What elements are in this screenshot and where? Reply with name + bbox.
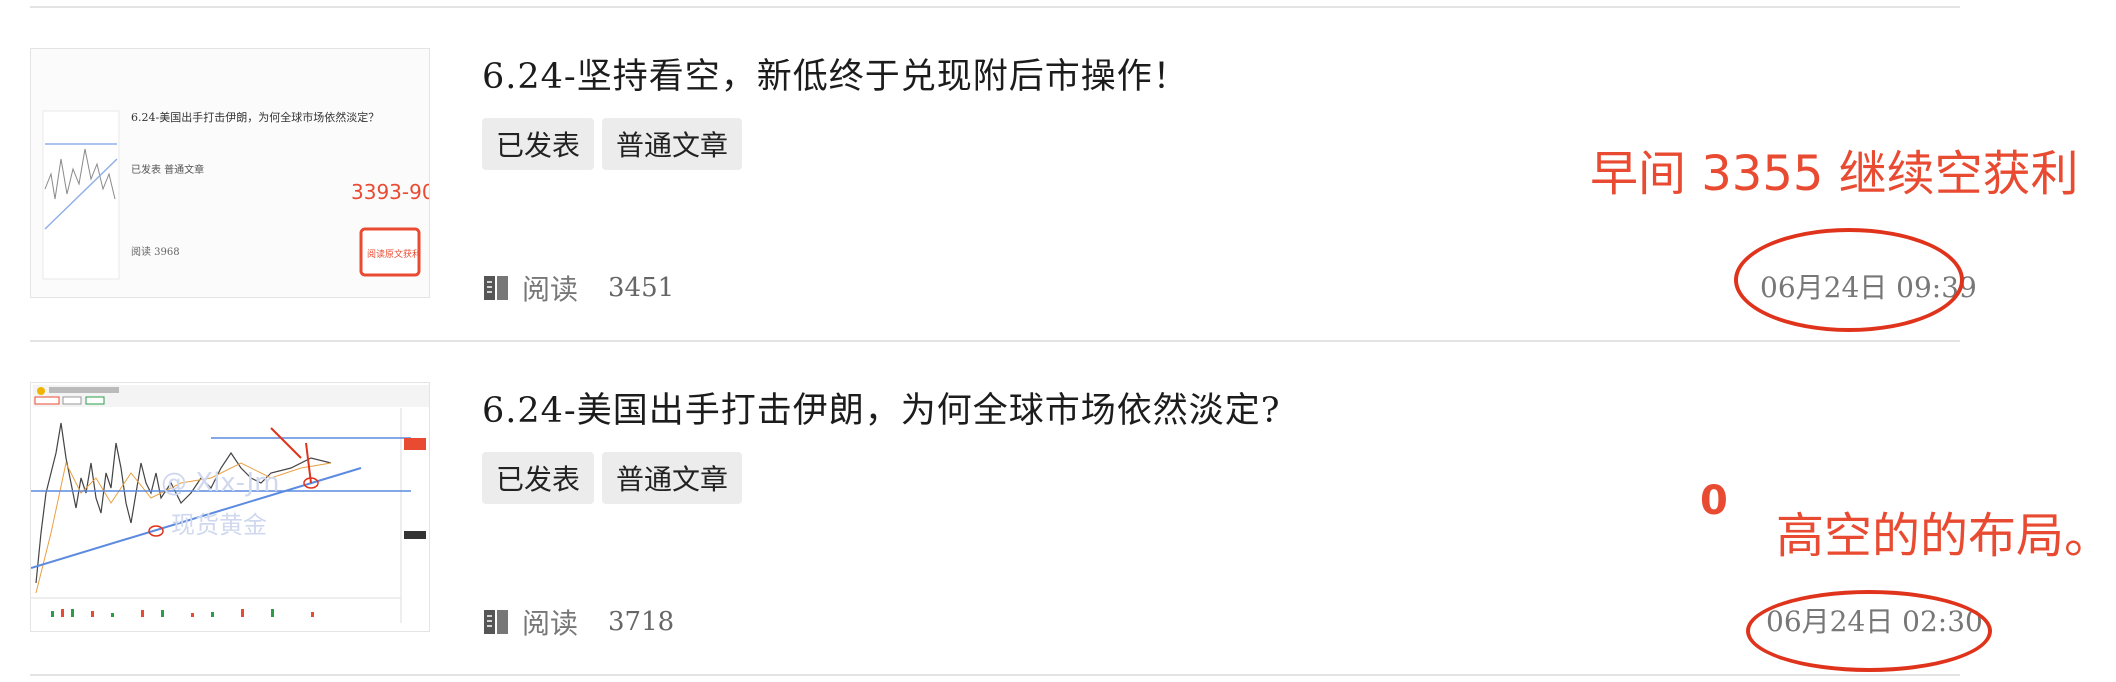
annotation-circle-1 — [1734, 228, 1964, 332]
article-thumbnail[interactable]: @ Xlx-Jm 现货黄金 — [30, 382, 430, 632]
annotation-note-2: 高空的的布局。 — [1776, 508, 2113, 564]
article-title[interactable]: 6.24-美国出手打击伊朗，为何全球市场依然淡定? — [482, 382, 1281, 433]
thumb-title: 6.24-美国出手打击伊朗，为何全球市场依然淡定？ — [131, 110, 379, 124]
thumb-button-text: 阅读原文获利 — [367, 248, 421, 260]
thumb-price-label: 3393-90空！ — [351, 180, 430, 204]
article-tags: 已发表 普通文章 — [482, 118, 743, 170]
tag-published: 已发表 — [482, 452, 595, 504]
read-stats: 阅读 3451 — [482, 268, 674, 308]
thumb-watermark-2: 现货黄金 — [171, 511, 267, 539]
read-stats: 阅读 3718 — [482, 602, 674, 642]
read-label: 阅读 — [522, 273, 579, 306]
article-thumbnail[interactable]: 6.24-美国出手打击伊朗，为何全球市场依然淡定？ 已发表 普通文章 3393-… — [30, 48, 430, 298]
read-count: 3451 — [608, 273, 675, 303]
thumb-read: 阅读 3968 — [131, 245, 180, 258]
thumb-tags: 已发表 普通文章 — [131, 163, 204, 176]
bottom-divider — [30, 674, 1960, 676]
read-label: 阅读 — [522, 607, 579, 640]
thumbnail-image: 6.24-美国出手打击伊朗，为何全球市场依然淡定？ 已发表 普通文章 3393-… — [31, 49, 430, 297]
article-title[interactable]: 6.24-坚持看空，新低终于兑现附后市操作！ — [482, 48, 1189, 99]
article-divider — [30, 340, 1960, 342]
tag-article-type: 普通文章 — [602, 452, 743, 504]
article-item-2[interactable]: @ Xlx-Jm 现货黄金 6.24-美国出手打击伊朗，为何全球市场依然淡定? … — [30, 382, 1983, 682]
annotation-note-1: 早间 3355 继续空获利 — [1590, 146, 2079, 202]
thumb-watermark-1: @ Xlx-Jm — [161, 468, 280, 498]
annotation-circle-2 — [1746, 590, 1992, 672]
read-count: 3718 — [608, 607, 675, 637]
tag-article-type: 普通文章 — [602, 118, 743, 170]
tag-published: 已发表 — [482, 118, 595, 170]
top-divider — [30, 6, 1960, 8]
thumbnail-image: @ Xlx-Jm 现货黄金 — [31, 383, 429, 631]
article-tags: 已发表 普通文章 — [482, 452, 743, 504]
book-icon — [484, 610, 508, 634]
book-icon — [484, 276, 508, 300]
annotation-note-2-prefix: 0 — [1700, 478, 1728, 524]
